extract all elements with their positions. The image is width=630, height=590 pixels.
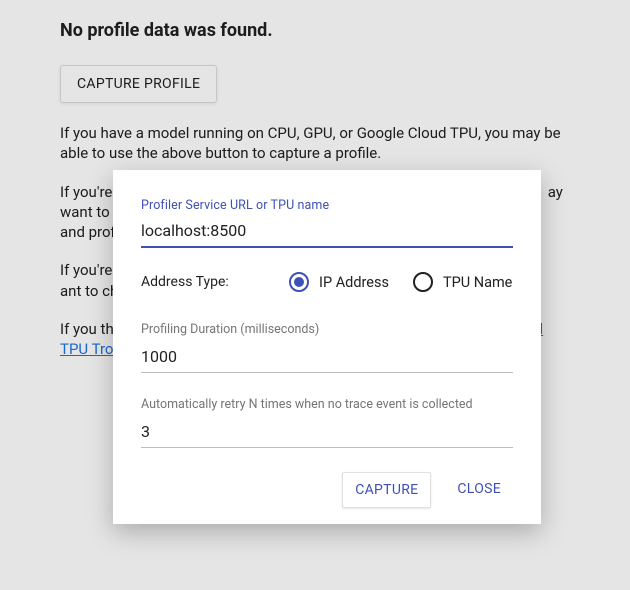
address-type-label: Address Type:: [141, 274, 289, 290]
retry-field: Automatically retry N times when no trac…: [141, 397, 513, 448]
profiler-url-field: Profiler Service URL or TPU name: [141, 198, 513, 248]
radio-selected-icon: [289, 272, 309, 292]
profiler-url-input[interactable]: [141, 217, 513, 248]
capture-button[interactable]: CAPTURE: [342, 472, 431, 508]
address-type-row: Address Type: IP Address TPU Name: [141, 272, 513, 292]
profiler-url-label: Profiler Service URL or TPU name: [141, 198, 513, 213]
dialog-actions: CAPTURE CLOSE: [141, 472, 513, 508]
close-button[interactable]: CLOSE: [445, 472, 513, 508]
capture-profile-dialog: Profiler Service URL or TPU name Address…: [113, 170, 541, 524]
radio-ip-label: IP Address: [319, 274, 389, 291]
address-type-radio-group: IP Address TPU Name: [289, 272, 512, 292]
radio-ip-address[interactable]: IP Address: [289, 272, 389, 292]
radio-tpu-name[interactable]: TPU Name: [413, 272, 512, 292]
radio-unselected-icon: [413, 272, 433, 292]
radio-tpu-label: TPU Name: [443, 274, 512, 291]
retry-label: Automatically retry N times when no trac…: [141, 397, 513, 412]
duration-label: Profiling Duration (milliseconds): [141, 322, 513, 337]
duration-field: Profiling Duration (milliseconds): [141, 322, 513, 373]
duration-input[interactable]: [141, 343, 513, 373]
retry-input[interactable]: [141, 418, 513, 448]
